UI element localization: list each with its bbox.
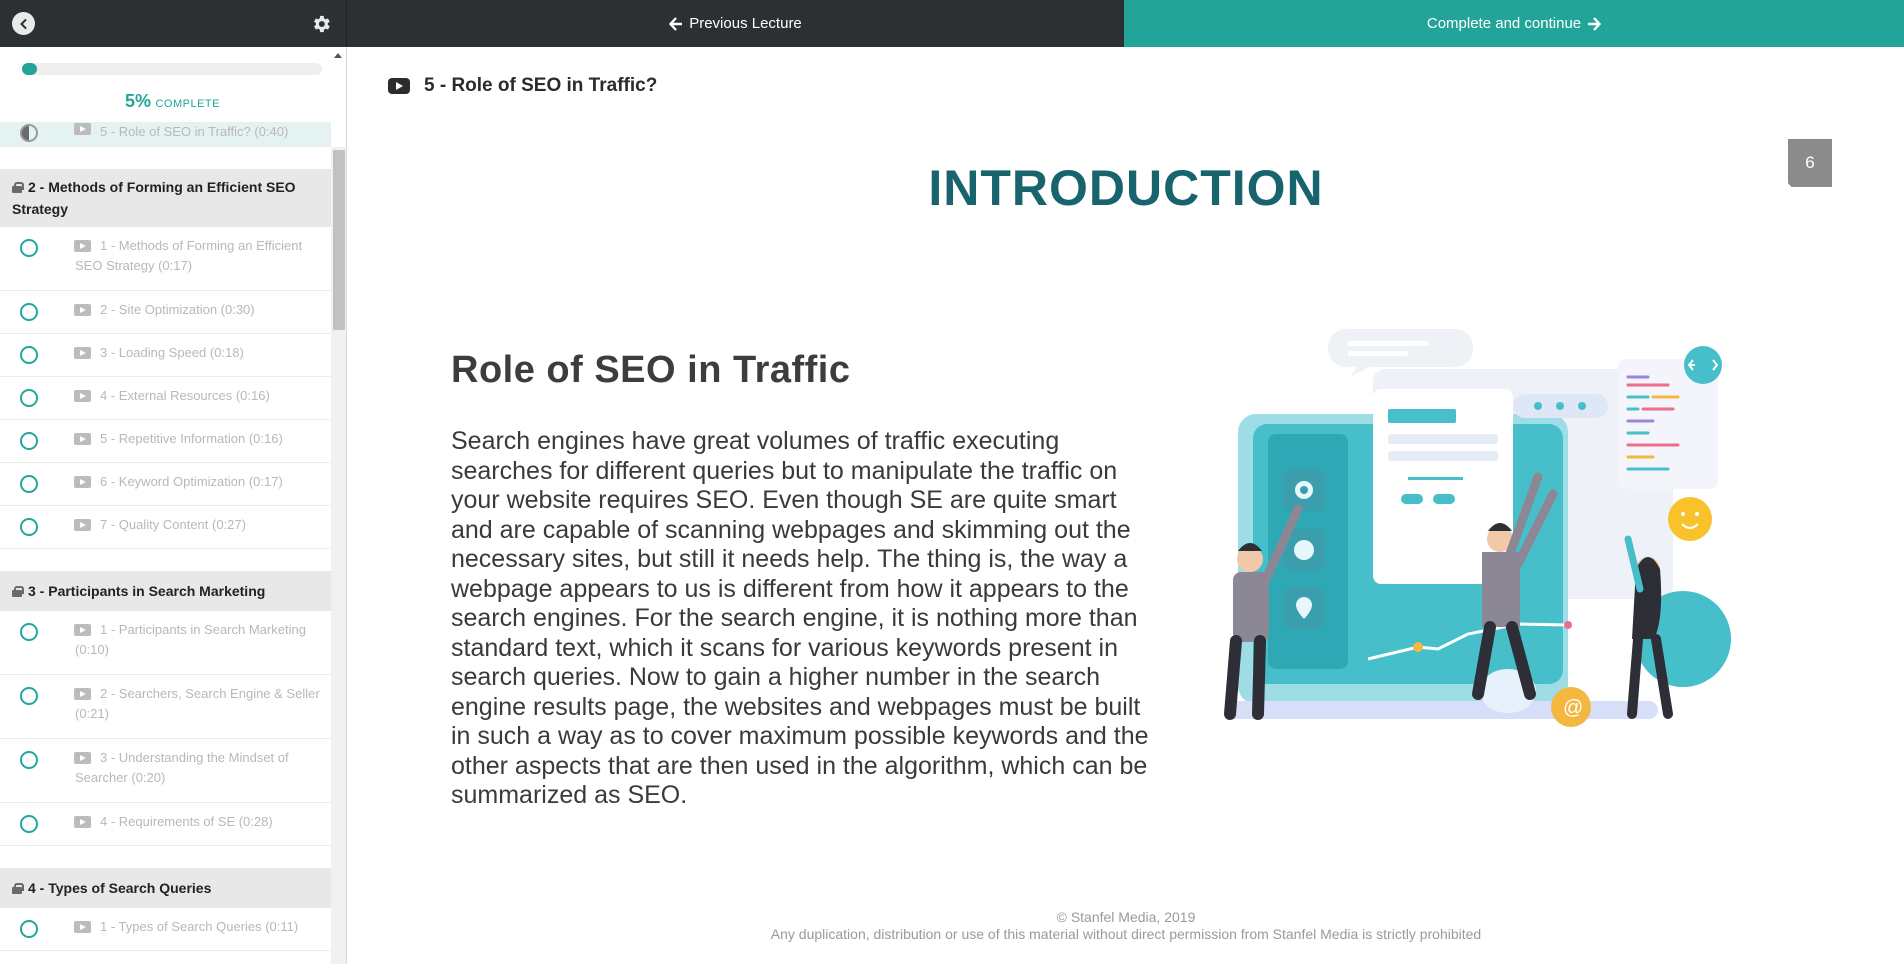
slide-body-text: Search engines have great volumes of tra… xyxy=(451,427,1149,809)
lecture-item[interactable]: 1 - Types of Search Queries (0:11) xyxy=(0,908,331,951)
section-header: 4 - Types of Search Queries xyxy=(0,868,331,908)
progress-bar-fill xyxy=(22,63,37,75)
lock-icon xyxy=(12,883,24,894)
sidebar-scrollbar-thumb[interactable] xyxy=(333,150,345,330)
lecture-item[interactable]: 3 - Loading Speed (0:18) xyxy=(0,334,331,377)
circle-icon xyxy=(20,815,38,833)
lecture-label: 2 - Site Optimization (0:30) xyxy=(100,302,255,317)
lecture-title: 5 - Role of SEO in Traffic? xyxy=(424,75,658,96)
lecture-label: 5 - Repetitive Information (0:16) xyxy=(100,431,283,446)
slide-notice: Any duplication, distribution or use of … xyxy=(770,926,1482,942)
previous-lecture-label: Previous Lecture xyxy=(689,15,802,32)
lock-icon xyxy=(12,586,24,597)
previous-lecture-button[interactable]: Previous Lecture xyxy=(347,0,1124,47)
lecture-item[interactable]: 4 - Requirements of SE (0:28) xyxy=(0,803,331,846)
lecture-item[interactable]: 4 - External Resources (0:16) xyxy=(0,377,331,420)
lecture-label: 3 - Loading Speed (0:18) xyxy=(100,345,244,360)
complete-and-continue-label: Complete and continue xyxy=(1426,15,1582,32)
circle-icon xyxy=(20,432,38,450)
section-spacer xyxy=(0,549,331,571)
lecture-label: 3 - Understanding the Mindset of Searche… xyxy=(75,750,289,785)
lock-icon xyxy=(12,182,24,193)
lecture-label: 7 - Quality Content (0:27) xyxy=(100,517,246,532)
lecture-heading: 5 - Role of SEO in Traffic? xyxy=(388,75,657,97)
circle-icon xyxy=(20,346,38,364)
scroll-up-arrow-icon[interactable] xyxy=(333,51,343,59)
section-header: 2 - Methods of Forming an Efficient SEO … xyxy=(0,169,331,227)
lecture-item[interactable]: 1 - Participants in Search Marketing (0:… xyxy=(0,611,331,675)
section-title: 4 - Types of Search Queries xyxy=(28,880,212,896)
circle-icon xyxy=(20,239,38,257)
lecture-item[interactable]: 5 - Repetitive Information (0:16) xyxy=(0,420,331,463)
circle-icon xyxy=(20,389,38,407)
complete-and-continue-button[interactable]: Complete and continue xyxy=(1124,0,1904,47)
course-sidebar: 5% COMPLETE 5 - Role of SEO in Traffic? … xyxy=(0,47,347,964)
circle-icon xyxy=(20,751,38,769)
circle-icon xyxy=(20,920,38,938)
lecture-item[interactable]: 1 - Methods of Forming an Efficient SEO … xyxy=(0,227,331,291)
progress-bar xyxy=(22,63,322,75)
curriculum-list: 5 - Role of SEO in Traffic? (0:40) 2 - M… xyxy=(0,122,331,951)
lecture-label: 5 - Role of SEO in Traffic? (0:40) xyxy=(100,124,289,139)
circle-icon xyxy=(20,687,38,705)
circle-icon xyxy=(20,475,38,493)
circle-icon xyxy=(20,303,38,321)
circle-icon xyxy=(20,623,38,641)
lecture-content: 5 - Role of SEO in Traffic? 6 INTRODUCTI… xyxy=(348,47,1904,964)
lecture-item[interactable]: 3 - Understanding the Mindset of Searche… xyxy=(0,739,331,803)
lecture-item[interactable]: 7 - Quality Content (0:27) xyxy=(0,506,331,549)
slide-copyright: © Stanfel Media, 2019 xyxy=(1056,909,1196,925)
section-spacer xyxy=(0,147,331,169)
lecture-label: 6 - Keyword Optimization (0:17) xyxy=(100,474,283,489)
lecture-label: 2 - Searchers, Search Engine & Seller (0… xyxy=(75,686,320,721)
back-button[interactable] xyxy=(12,12,35,35)
top-navigation-bar: Previous Lecture Complete and continue xyxy=(0,0,1904,47)
lecture-item[interactable]: 6 - Keyword Optimization (0:17) xyxy=(0,463,331,506)
slide: 6 INTRODUCTION Role of SEO in Traffic Se… xyxy=(348,129,1904,964)
slide-heading: INTRODUCTION xyxy=(928,160,1324,216)
sidebar-header xyxy=(0,0,347,47)
section-title: 2 - Methods of Forming an Efficient SEO … xyxy=(12,179,296,217)
video-icon xyxy=(388,78,410,94)
lecture-label: 1 - Types of Search Queries (0:11) xyxy=(100,919,299,934)
half-complete-icon xyxy=(20,124,38,142)
lecture-item[interactable]: 2 - Searchers, Search Engine & Seller (0… xyxy=(0,675,331,739)
chevron-left-icon xyxy=(19,18,26,29)
progress-complete-label: COMPLETE xyxy=(155,98,220,110)
progress-label: 5% COMPLETE xyxy=(0,91,345,112)
arrow-right-icon xyxy=(1588,16,1602,31)
slide-subheading: Role of SEO in Traffic xyxy=(451,349,851,391)
progress-percent: 5% xyxy=(125,91,152,111)
main-scrollbar[interactable] xyxy=(1889,47,1904,964)
lecture-label: 1 - Participants in Search Marketing (0:… xyxy=(75,622,306,657)
lecture-item-current[interactable]: 5 - Role of SEO in Traffic? (0:40) xyxy=(0,122,331,147)
section-title: 3 - Participants in Search Marketing xyxy=(28,583,266,599)
seo-team-illustration-icon: @ xyxy=(1224,329,1731,727)
circle-icon xyxy=(20,518,38,536)
gear-icon[interactable] xyxy=(310,13,332,35)
section-header: 3 - Participants in Search Marketing xyxy=(0,571,331,611)
lecture-item[interactable]: 2 - Site Optimization (0:30) xyxy=(0,291,331,334)
arrow-left-icon xyxy=(669,16,683,31)
course-progress: 5% COMPLETE xyxy=(0,47,330,122)
section-spacer xyxy=(0,846,331,868)
svg-text:@: @ xyxy=(1563,697,1583,719)
lecture-label: 1 - Methods of Forming an Efficient SEO … xyxy=(75,238,303,273)
lecture-label: 4 - Requirements of SE (0:28) xyxy=(100,814,273,829)
lecture-label: 4 - External Resources (0:16) xyxy=(100,388,270,403)
